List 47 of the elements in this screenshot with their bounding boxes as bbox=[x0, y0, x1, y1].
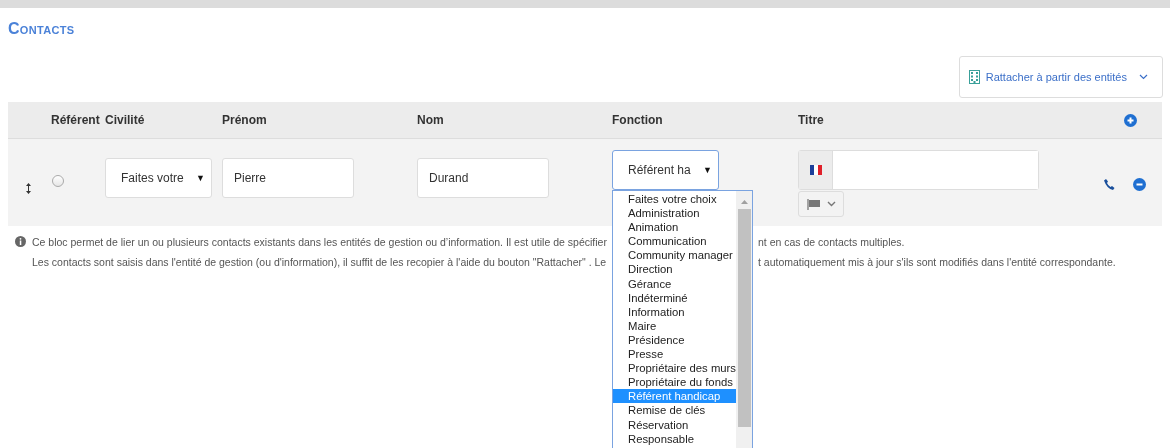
option-item[interactable]: Animation bbox=[613, 220, 736, 235]
titre-field[interactable] bbox=[798, 150, 1039, 190]
option-item[interactable]: Propriétaire des murs bbox=[613, 361, 736, 376]
civilite-select[interactable]: Faites votre ▼ bbox=[105, 157, 212, 198]
column-header: Nom bbox=[417, 113, 445, 127]
column-header: Prénom bbox=[222, 113, 268, 127]
scrollbar[interactable] bbox=[736, 191, 752, 448]
column-header: Fonction bbox=[612, 113, 664, 127]
option-item[interactable]: Community manager bbox=[613, 248, 736, 263]
building-icon bbox=[968, 70, 980, 84]
info-icon bbox=[15, 235, 26, 247]
option-item[interactable]: Maire bbox=[613, 318, 736, 333]
option-item[interactable]: Information bbox=[613, 304, 736, 319]
info-text: Les contacts sont saisis dans l'entité de gestion (ou d'information), il suffit de les recopier à l'aide du bouton "Rattacher" . Le bbox=[32, 255, 608, 270]
chevron-down-icon bbox=[1139, 74, 1148, 80]
flag-icon bbox=[806, 198, 821, 210]
page-title: Contacts bbox=[8, 19, 76, 39]
drag-handle-icon[interactable] bbox=[26, 183, 31, 194]
phone-icon[interactable] bbox=[1104, 179, 1115, 190]
fonction-select[interactable]: Référent ha ▼ bbox=[612, 150, 719, 190]
info-text: t automatiquement mis à jour s'ils sont modifiés dans l'entité correspondante. bbox=[758, 255, 1117, 270]
option-item[interactable]: Indéterminé bbox=[613, 290, 736, 305]
option-item[interactable]: Présidence bbox=[613, 332, 736, 348]
option-item[interactable]: Responsable bbox=[613, 431, 736, 446]
referent-radio[interactable] bbox=[52, 174, 64, 187]
info-text: nt en cas de contacts multiples. bbox=[758, 235, 906, 250]
option-item[interactable]: Propriétaire du fonds bbox=[613, 375, 736, 390]
option-item[interactable]: Presse bbox=[613, 347, 736, 362]
column-header: Référent bbox=[51, 113, 101, 127]
attach-button[interactable]: Rattacher à partir des entités bbox=[958, 56, 1163, 98]
option-item[interactable]: Réservation bbox=[613, 417, 736, 432]
language-dropdown[interactable] bbox=[798, 191, 844, 217]
chevron-down-icon bbox=[826, 201, 836, 207]
remove-icon[interactable] bbox=[1133, 178, 1146, 191]
column-header: Civilité bbox=[105, 113, 146, 127]
option-item[interactable]: Direction bbox=[613, 262, 736, 277]
option-item[interactable]: Remise de clés bbox=[613, 403, 736, 418]
column-header: Titre bbox=[798, 113, 825, 127]
info-text: Ce bloc permet de lier un ou plusieurs contacts existants dans les entités de gestion ou d’information. Il est utile de spécifier bbox=[32, 235, 608, 250]
option-item[interactable]: Administration bbox=[613, 206, 736, 221]
french-flag-icon bbox=[810, 165, 822, 175]
option-item[interactable]: Faites votre choix bbox=[613, 192, 736, 207]
option-item[interactable]: Communication bbox=[613, 234, 736, 249]
nom-field[interactable]: Durand bbox=[417, 157, 549, 198]
add-icon[interactable] bbox=[1124, 113, 1137, 127]
option-item[interactable]: Gérance bbox=[613, 276, 736, 291]
prenom-field[interactable]: Pierre bbox=[222, 157, 354, 198]
